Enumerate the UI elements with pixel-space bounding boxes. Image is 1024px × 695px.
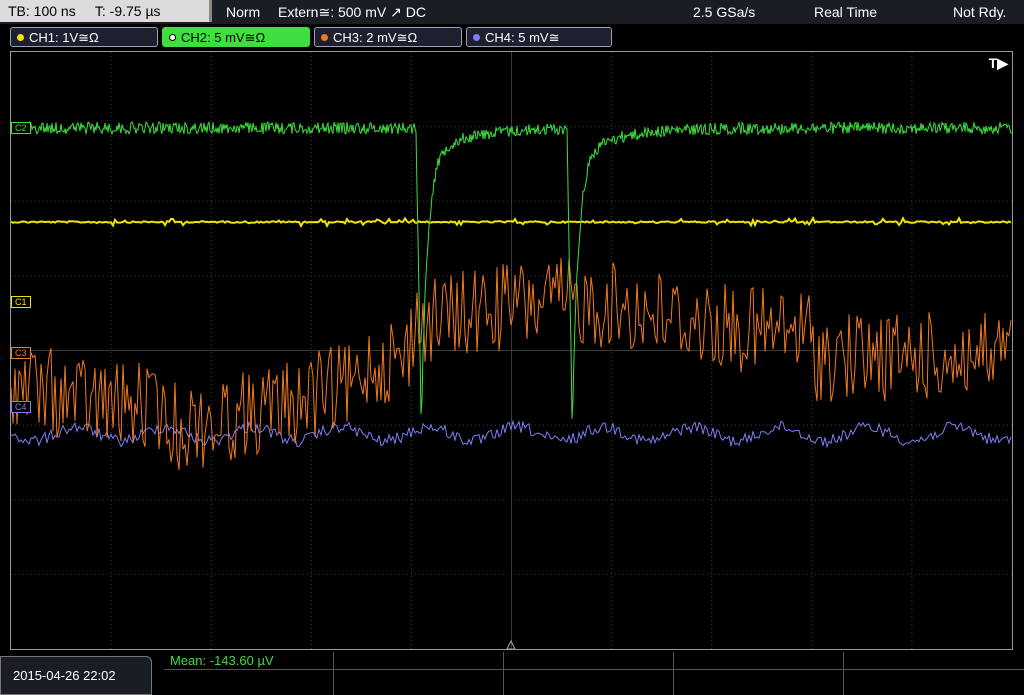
channel-3-color-icon (321, 34, 328, 41)
trigger-time-value: T: -9.75 µs (94, 3, 161, 19)
channel-2-color-icon (169, 34, 176, 41)
channel-1-offset-marker[interactable]: C1 (11, 296, 31, 308)
status-bar: TB: 100 ns T: -9.75 µs Norm Extern≅: 500… (0, 0, 1024, 24)
channel-2-button[interactable]: CH2: 5 mV≅Ω (162, 27, 310, 47)
channel-4-label: CH4: 5 mV≅ (485, 30, 560, 45)
channel-3-button[interactable]: CH3: 2 mV≅Ω (314, 27, 462, 47)
timebase-display[interactable]: TB: 100 ns T: -9.75 µs (0, 0, 212, 22)
acquisition-type: Real Time (814, 4, 878, 20)
waveform-canvas (11, 52, 1012, 649)
channel-3-offset-marker[interactable]: C3 (11, 347, 31, 359)
sample-rate: 2.5 GSa/s (693, 4, 756, 20)
channel-2-label: CH2: 5 mV≅Ω (181, 30, 266, 45)
channel-2-offset-marker[interactable]: C2 (11, 122, 31, 134)
timestamp-display: 2015-04-26 22:02 (0, 656, 152, 695)
mean-measurement: Mean: -143.60 µV (170, 653, 274, 668)
timebase-value: TB: 100 ns (8, 3, 76, 19)
channel-4-offset-marker[interactable]: C4 (11, 401, 31, 413)
channel-4-color-icon (473, 34, 480, 41)
trigger-source[interactable]: Extern≅: 500 mV ↗ DC (278, 0, 426, 24)
waveform-display[interactable] (10, 51, 1013, 650)
acquisition-mode[interactable]: Norm (226, 0, 260, 24)
trigger-position-marker: T▶ (988, 55, 1008, 71)
channel-4-button[interactable]: CH4: 5 mV≅ (466, 27, 612, 47)
channel-1-button[interactable]: CH1: 1V≅Ω (10, 27, 158, 47)
channel-1-label: CH1: 1V≅Ω (29, 30, 99, 45)
graticule (11, 52, 1012, 649)
measurement-panel[interactable]: Mean: -143.60 µV (164, 652, 1024, 695)
channel-3-label: CH3: 2 mV≅Ω (333, 30, 418, 45)
trigger-status: Not Rdy. (953, 4, 1007, 20)
channel-selector-row: CH1: 1V≅Ω CH2: 5 mV≅Ω CH3: 2 mV≅Ω CH4: 5… (0, 24, 1024, 48)
channel-1-color-icon (17, 34, 24, 41)
